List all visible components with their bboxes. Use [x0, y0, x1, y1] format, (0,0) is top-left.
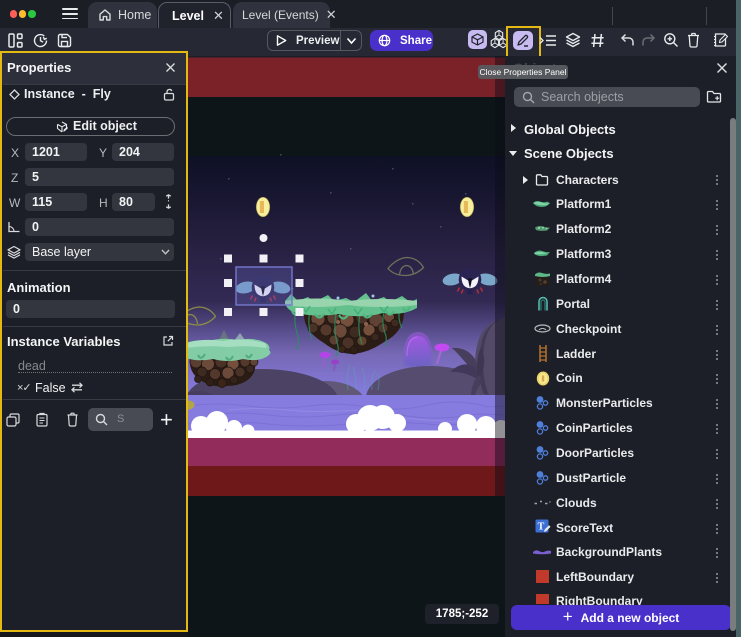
svg-text:T: T: [538, 522, 545, 533]
